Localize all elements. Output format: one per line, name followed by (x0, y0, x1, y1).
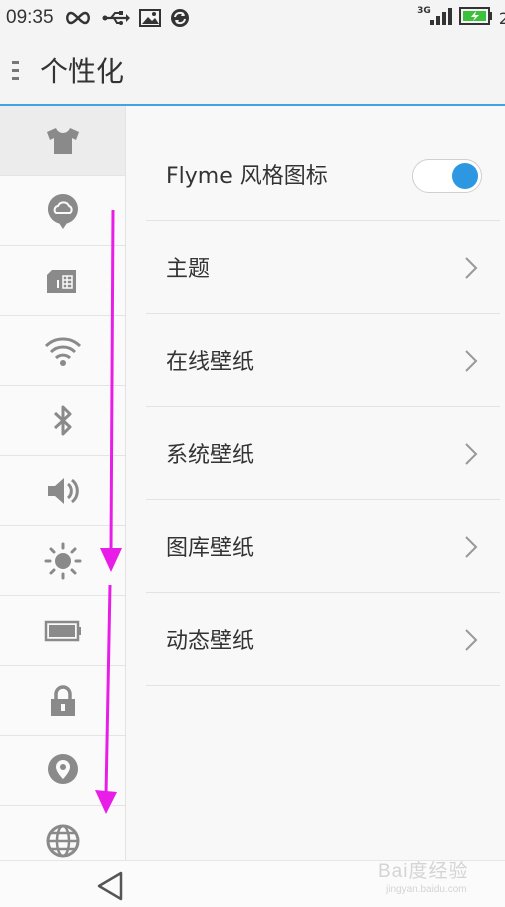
setting-label: 动态壁纸 (166, 629, 255, 654)
watermark-url: jingyan.baidu.com (386, 884, 467, 895)
sidebar-item-sound[interactable] (0, 456, 125, 526)
chevron-right-icon (465, 629, 478, 651)
watermark-text: Bai度经验 (378, 861, 469, 882)
setting-row-flyme-icons[interactable]: Flyme 风格图标 (146, 128, 500, 221)
sim-card-icon (46, 269, 76, 293)
page-title: 个性化 (40, 55, 125, 88)
volume-icon (47, 477, 79, 504)
setting-row-system-wallpaper[interactable]: 系统壁纸 (146, 407, 500, 500)
chevron-right-icon (465, 257, 478, 279)
app-header: 个性化 (0, 36, 505, 106)
toggle-knob (452, 163, 478, 189)
sidebar-item-bluetooth[interactable] (0, 386, 125, 456)
setting-row-live-wallpaper[interactable]: 动态壁纸 (146, 593, 500, 686)
setting-row-online-wallpaper[interactable]: 在线壁纸 (146, 314, 500, 407)
signal-icon (429, 6, 453, 30)
cloud-bubble-icon (47, 193, 78, 229)
setting-row-theme[interactable]: 主题 (146, 221, 500, 314)
lock-icon (50, 684, 75, 716)
sidebar-item-personalization[interactable] (0, 106, 125, 176)
usb-icon (102, 10, 130, 26)
flyme-icons-toggle[interactable] (412, 159, 482, 193)
setting-row-gallery-wallpaper[interactable]: 图库壁纸 (146, 500, 500, 593)
setting-label: 系统壁纸 (166, 443, 255, 468)
battery-icon (44, 620, 81, 641)
sidebar-item-security[interactable] (0, 666, 125, 736)
sidebar-item-sim[interactable] (0, 246, 125, 316)
sidebar-item-language[interactable] (0, 806, 125, 860)
globe-icon (46, 824, 79, 857)
chevron-right-icon (465, 536, 478, 558)
sync-icon (170, 8, 190, 28)
chevron-right-icon (465, 443, 478, 465)
location-icon (47, 753, 78, 784)
status-trailing-value: 2 (498, 8, 505, 28)
infinity-icon (63, 10, 93, 26)
sidebar-item-wifi[interactable] (0, 316, 125, 386)
settings-content: Flyme 风格图标 主题 在线壁纸 系统壁纸 图库壁纸 动态壁纸 (126, 106, 505, 860)
sidebar-item-location[interactable] (0, 736, 125, 806)
wifi-icon (44, 336, 81, 366)
bluetooth-icon (53, 405, 71, 435)
status-time: 09:35 (6, 7, 54, 28)
setting-label: 主题 (166, 257, 211, 282)
status-bar: 09:35 3G 2 (0, 0, 505, 36)
network-type: 3G (417, 6, 431, 16)
setting-label: Flyme 风格图标 (166, 164, 328, 189)
setting-label: 图库壁纸 (166, 536, 255, 561)
battery-charging-icon (458, 7, 493, 29)
sidebar-item-display[interactable] (0, 526, 125, 596)
menu-icon[interactable] (12, 60, 22, 80)
image-icon (138, 9, 161, 27)
setting-label: 在线壁纸 (166, 350, 255, 375)
shirt-icon (46, 127, 79, 154)
settings-sidebar (0, 106, 126, 860)
back-icon[interactable] (95, 870, 125, 902)
sidebar-item-battery[interactable] (0, 596, 125, 666)
sidebar-item-cloud[interactable] (0, 176, 125, 246)
brightness-icon (44, 542, 81, 579)
watermark: Bai度经验 jingyan.baidu.com (378, 846, 502, 904)
chevron-right-icon (465, 350, 478, 372)
